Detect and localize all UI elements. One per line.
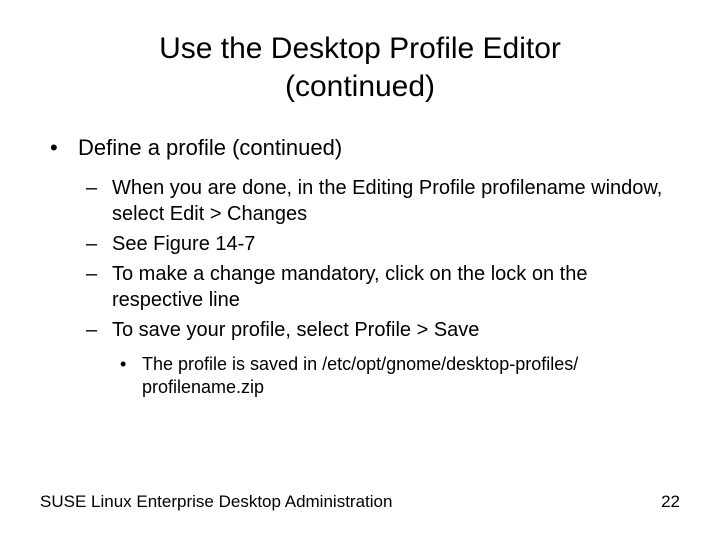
bullet-level-3: • The profile is saved in /etc/opt/gnome… bbox=[120, 353, 680, 400]
bullet-l2-text: To save your profile, select Profile > S… bbox=[112, 317, 680, 343]
bullet-l2-text: To make a change mandatory, click on the… bbox=[112, 261, 680, 313]
bullet-level-3-group: • The profile is saved in /etc/opt/gnome… bbox=[120, 353, 680, 400]
bullet-marker-l1: • bbox=[50, 135, 78, 161]
bullet-marker-l2: – bbox=[86, 231, 112, 257]
bullet-level-2: – To make a change mandatory, click on t… bbox=[86, 261, 680, 313]
title-line-1: Use the Desktop Profile Editor bbox=[159, 32, 561, 65]
bullet-l1-text: Define a profile (continued) bbox=[78, 135, 342, 161]
bullet-marker-l2: – bbox=[86, 175, 112, 227]
slide-title: Use the Desktop Profile Editor (continue… bbox=[40, 30, 680, 105]
bullet-level-2: – When you are done, in the Editing Prof… bbox=[86, 175, 680, 227]
footer-left: SUSE Linux Enterprise Desktop Administra… bbox=[40, 492, 392, 512]
footer-page-number: 22 bbox=[661, 492, 680, 512]
bullet-l2-text: See Figure 14-7 bbox=[112, 231, 680, 257]
bullet-marker-l2: – bbox=[86, 317, 112, 343]
bullet-marker-l3: • bbox=[120, 353, 142, 400]
slide-footer: SUSE Linux Enterprise Desktop Administra… bbox=[40, 492, 680, 512]
bullet-level-2: – See Figure 14-7 bbox=[86, 231, 680, 257]
bullet-level-1: • Define a profile (continued) bbox=[50, 135, 680, 161]
bullet-l2-text: When you are done, in the Editing Profil… bbox=[112, 175, 680, 227]
bullet-level-2-group: – When you are done, in the Editing Prof… bbox=[86, 175, 680, 343]
bullet-marker-l2: – bbox=[86, 261, 112, 313]
title-line-2: (continued) bbox=[285, 70, 435, 103]
bullet-level-2: – To save your profile, select Profile >… bbox=[86, 317, 680, 343]
bullet-l3-text: The profile is saved in /etc/opt/gnome/d… bbox=[142, 353, 680, 400]
